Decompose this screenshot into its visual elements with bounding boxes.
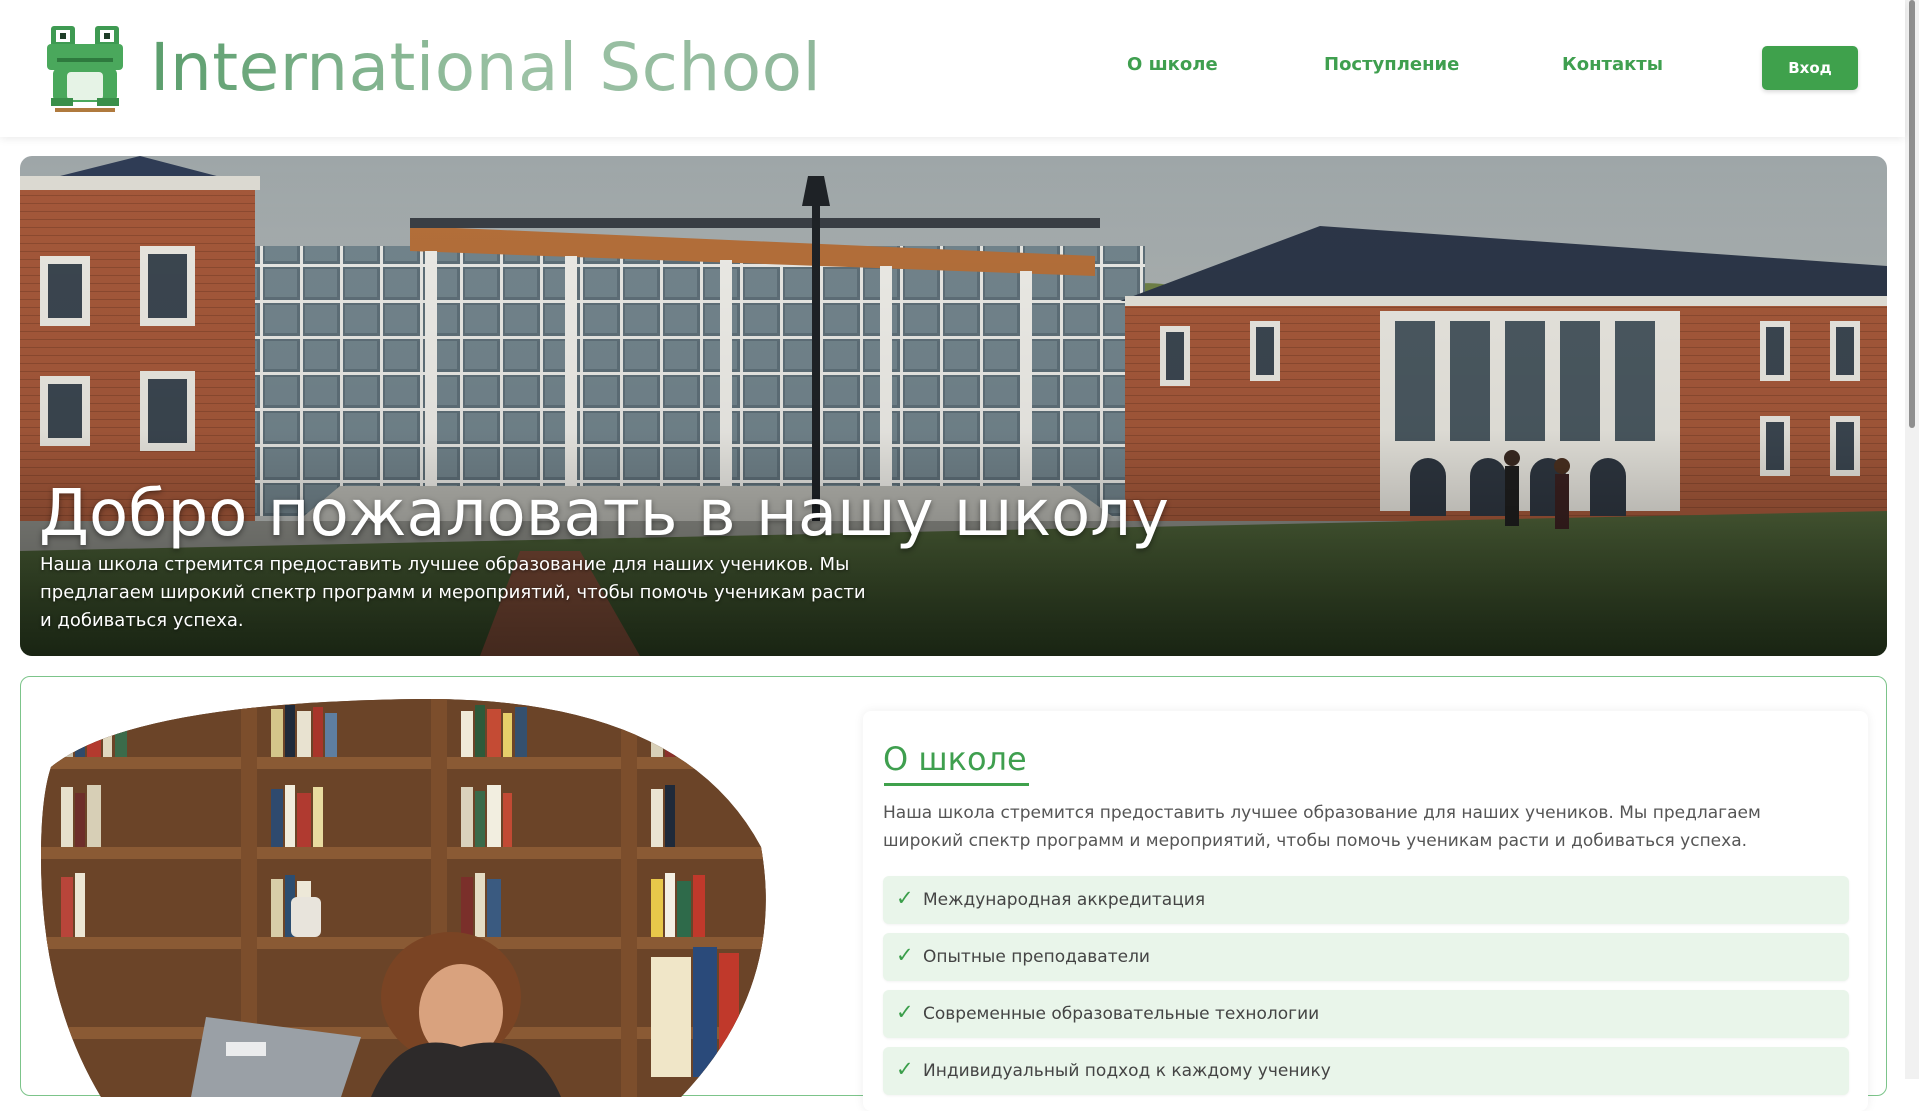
check-icon: ✓: [896, 944, 914, 967]
hero-description: Наша школа стремится предоставить лучшее…: [40, 554, 866, 631]
check-icon: ✓: [896, 887, 914, 910]
student-library-photo: [41, 698, 766, 1097]
feature-item: ✓ Опытные преподаватели: [883, 933, 1849, 981]
about-section: О школе Наша школа стремится предоставит…: [20, 676, 1887, 1111]
login-button[interactable]: Вход: [1762, 46, 1858, 90]
site-title[interactable]: International School: [150, 28, 821, 108]
about-card: О школе Наша школа стремится предоставит…: [863, 711, 1868, 1111]
feature-label: Международная аккредитация: [923, 890, 1206, 910]
heading-underline: [884, 783, 1029, 786]
nav-link-about[interactable]: О школе: [1127, 54, 1218, 75]
check-icon: ✓: [896, 1058, 914, 1081]
nav-link-admission[interactable]: Поступление: [1324, 54, 1459, 75]
site-header: International School О школе Поступление…: [0, 0, 1905, 137]
nav-link-contacts[interactable]: Контакты: [1562, 54, 1663, 75]
check-icon: ✓: [896, 1001, 914, 1024]
about-description: Наша школа стремится предоставить лучшее…: [883, 803, 1761, 851]
feature-item: ✓ Современные образовательные технологии: [883, 990, 1849, 1038]
about-heading: О школе: [883, 740, 1027, 778]
hero-banner: Добро пожаловать в нашу школу Наша школа…: [20, 156, 1887, 656]
hero-title: Добро пожаловать в нашу школу: [39, 477, 1170, 551]
page-scrollbar[interactable]: [1905, 0, 1919, 1079]
feature-item: ✓ Индивидуальный подход к каждому ученик…: [883, 1047, 1849, 1095]
feature-label: Опытные преподаватели: [923, 947, 1150, 967]
frog-logo-icon[interactable]: [47, 24, 123, 112]
scrollbar-thumb[interactable]: [1909, 0, 1915, 428]
feature-label: Современные образовательные технологии: [923, 1004, 1320, 1024]
feature-item: ✓ Международная аккредитация: [883, 876, 1849, 924]
